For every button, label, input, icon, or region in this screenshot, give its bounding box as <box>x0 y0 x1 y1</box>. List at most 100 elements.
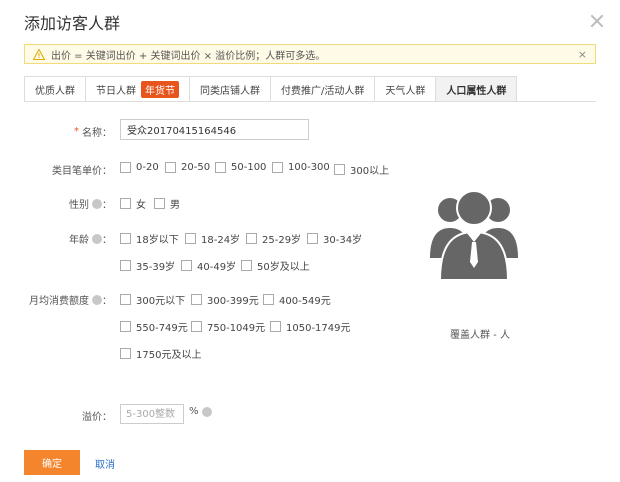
checkbox[interactable] <box>120 162 131 173</box>
notice-text: 出价 = 关键词出价 + 关键词出价 × 溢价比例；人群可多选。 <box>51 50 326 62</box>
tab-label: 优质人群 <box>35 85 75 97</box>
age-option[interactable]: 30-34岁 <box>307 231 362 246</box>
tab-holiday[interactable]: 节日人群 年货节 <box>85 76 189 102</box>
age-option[interactable]: 35-39岁 <box>120 258 175 273</box>
spend-option[interactable]: 1750元及以上 <box>120 346 201 361</box>
tab-quality[interactable]: 优质人群 <box>24 76 85 102</box>
checkbox[interactable] <box>120 348 131 359</box>
tab-weather[interactable]: 天气人群 <box>374 76 436 102</box>
label-colon: ： <box>102 200 112 211</box>
name-label: * 名称： <box>74 124 112 139</box>
option-label: 1050-1749元 <box>286 323 351 334</box>
checkbox[interactable] <box>191 321 202 332</box>
checkbox[interactable] <box>215 162 226 173</box>
percent-label: % <box>189 406 199 417</box>
option-label: 男 <box>170 200 180 211</box>
tab-similar-shop[interactable]: 同类店铺人群 <box>189 76 270 102</box>
gender-option-male[interactable]: 男 <box>154 196 180 211</box>
tab-paid-promo[interactable]: 付费推广/活动人群 <box>270 76 375 102</box>
gender-label: 性别 ： <box>69 196 112 211</box>
name-input[interactable] <box>120 119 309 140</box>
checkbox[interactable] <box>120 294 131 305</box>
checkbox[interactable] <box>270 321 281 332</box>
option-label: 0-20 <box>136 162 159 173</box>
checkbox[interactable] <box>263 294 274 305</box>
option-label: 1750元及以上 <box>136 350 202 361</box>
checkbox[interactable] <box>120 260 131 271</box>
holiday-badge: 年货节 <box>141 80 179 98</box>
option-label: 300-399元 <box>207 296 259 307</box>
age-option[interactable]: 25-29岁 <box>246 231 301 246</box>
option-label: 18岁以下 <box>136 235 179 246</box>
age-option[interactable]: 18-24岁 <box>185 231 240 246</box>
checkbox[interactable] <box>120 233 131 244</box>
checkbox[interactable] <box>185 233 196 244</box>
tab-label: 付费推广/活动人群 <box>281 85 365 97</box>
help-icon[interactable] <box>201 406 212 417</box>
option-label: 35-39岁 <box>136 262 176 273</box>
notice-bar: 出价 = 关键词出价 + 关键词出价 × 溢价比例；人群可多选。 × <box>24 44 596 64</box>
price-option[interactable]: 100-300 <box>272 162 330 173</box>
age-label: 年龄 ： <box>69 231 112 246</box>
help-icon[interactable] <box>92 198 102 209</box>
spend-option[interactable]: 1050-1749元 <box>270 319 351 334</box>
cancel-link[interactable]: 取消 <box>95 456 115 471</box>
checkbox[interactable] <box>246 233 257 244</box>
spend-option[interactable]: 300元以下 <box>120 292 185 307</box>
label-colon: ： <box>102 235 112 246</box>
help-icon[interactable] <box>92 233 102 244</box>
checkbox[interactable] <box>272 162 283 173</box>
notice-close-button[interactable]: × <box>578 48 587 61</box>
label-colon: ： <box>102 296 112 307</box>
tab-demographic[interactable]: 人口属性人群 <box>435 76 518 102</box>
checkbox[interactable] <box>191 294 202 305</box>
confirm-button[interactable]: 确定 <box>24 450 80 475</box>
option-label: 40-49岁 <box>197 262 237 273</box>
checkbox[interactable] <box>165 162 176 173</box>
option-label: 50岁及以上 <box>257 262 310 273</box>
age-label-text: 年龄 <box>69 235 89 246</box>
gender-option-female[interactable]: 女 <box>120 196 146 211</box>
help-icon[interactable] <box>92 294 102 305</box>
tab-label: 同类店铺人群 <box>200 85 260 97</box>
age-option[interactable]: 50岁及以上 <box>241 258 310 273</box>
age-option[interactable]: 18岁以下 <box>120 231 179 246</box>
option-label: 50-100 <box>231 162 267 173</box>
spend-option[interactable]: 750-1049元 <box>191 319 265 334</box>
option-label: 300以上 <box>350 166 390 177</box>
checkbox[interactable] <box>154 198 165 209</box>
tab-label: 节日人群 <box>96 85 136 97</box>
price-label: 类目笔单价： <box>52 166 112 177</box>
spend-label-text: 月均消费额度 <box>29 296 89 307</box>
premium-input[interactable] <box>120 404 184 424</box>
option-label: 女 <box>136 200 146 211</box>
tab-label: 天气人群 <box>385 85 426 97</box>
checkbox[interactable] <box>241 260 252 271</box>
spend-option[interactable]: 300-399元 <box>191 292 259 307</box>
tab-bar: 优质人群 节日人群 年货节 同类店铺人群 付费推广/活动人群 天气人群 人口属性人… <box>24 76 518 102</box>
coverage-text: 覆盖人群 - 人 <box>450 330 510 341</box>
price-option[interactable]: 300以上 <box>334 162 389 177</box>
checkbox[interactable] <box>120 198 131 209</box>
option-label: 750-1049元 <box>207 323 266 334</box>
spend-option[interactable]: 550-749元 <box>120 319 188 334</box>
option-label: 550-749元 <box>136 323 188 334</box>
price-option[interactable]: 0-20 <box>120 162 159 173</box>
tab-divider <box>24 101 596 102</box>
checkbox[interactable] <box>334 164 345 175</box>
price-option[interactable]: 20-50 <box>165 162 210 173</box>
price-option[interactable]: 50-100 <box>215 162 266 173</box>
tab-label: 人口属性人群 <box>446 85 507 97</box>
spend-option[interactable]: 400-549元 <box>263 292 331 307</box>
audience-group-icon <box>430 190 518 280</box>
option-label: 400-549元 <box>279 296 331 307</box>
checkbox[interactable] <box>120 321 131 332</box>
age-option[interactable]: 40-49岁 <box>181 258 236 273</box>
checkbox[interactable] <box>307 233 318 244</box>
close-icon[interactable] <box>590 14 604 28</box>
option-label: 18-24岁 <box>201 235 241 246</box>
option-label: 30-34岁 <box>323 235 363 246</box>
dialog-title: 添加访客人群 <box>24 14 121 33</box>
checkbox[interactable] <box>181 260 192 271</box>
gender-label-text: 性别 <box>69 200 89 211</box>
